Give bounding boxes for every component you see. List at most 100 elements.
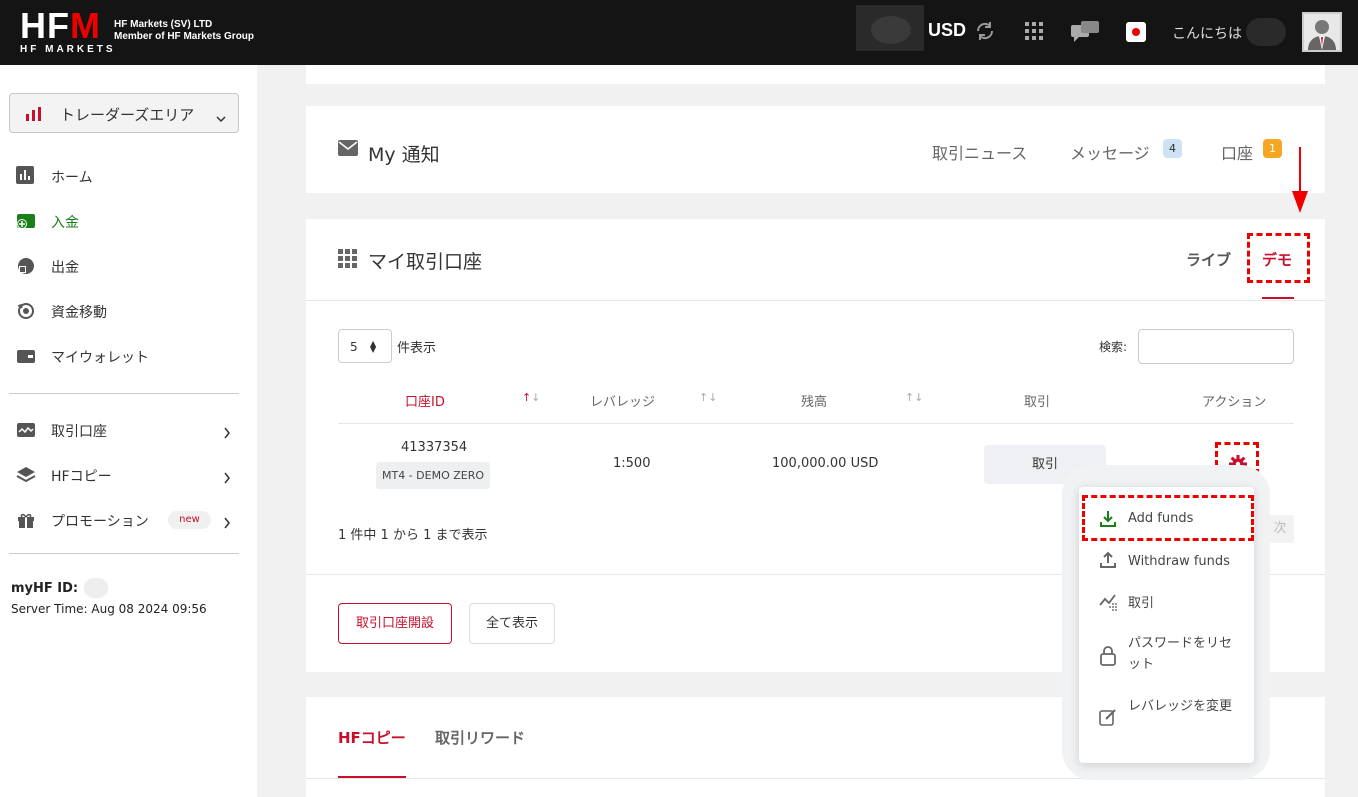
bar-chart-icon	[26, 106, 42, 125]
sidebar-item-label: ホーム	[51, 170, 93, 186]
page-size-label: 件表示	[397, 341, 437, 356]
menu-item-withdraw-funds[interactable]: Withdraw funds	[1079, 549, 1254, 573]
tab-trade-rewards[interactable]: 取引リワード	[435, 727, 525, 748]
currency-label[interactable]: USD	[928, 20, 966, 41]
account-type-tag: MT4 - DEMO ZERO	[376, 462, 490, 489]
menu-item-change-leverage[interactable]: レバレッジを変更	[1079, 696, 1254, 742]
sidebar-item-label: 取引口座	[51, 424, 107, 440]
lock-icon	[1099, 646, 1117, 670]
sidebar-item-trading-accounts[interactable]: 取引口座	[16, 418, 241, 442]
demo-tab-underline	[1262, 297, 1294, 299]
column-leverage[interactable]: レバレッジ	[590, 391, 655, 410]
traders-area-dropdown[interactable]: トレーダーズエリア	[9, 93, 239, 133]
open-account-button[interactable]: 取引口座開設	[338, 603, 452, 644]
sidebar-item-home[interactable]: ホーム	[16, 164, 241, 188]
account-id-cell: 41337354	[401, 440, 468, 455]
notifications-card: My 通知 取引ニュース メッセージ 4 口座 1	[306, 106, 1325, 193]
gift-icon	[16, 510, 36, 530]
next-page-button[interactable]: 次	[1266, 515, 1294, 543]
top-card	[306, 65, 1325, 84]
sidebar-item-label: プロモーション	[51, 514, 149, 530]
column-account-id[interactable]: 口座ID	[405, 391, 445, 410]
apps-grid-icon[interactable]	[1025, 22, 1043, 44]
blurred-balance	[856, 5, 924, 51]
sidebar-item-deposit[interactable]: 入金	[16, 209, 241, 233]
sidebar-item-hfcopy[interactable]: HFコピー	[16, 463, 241, 487]
column-trade: 取引	[1024, 395, 1051, 410]
red-arrow-annotation	[1290, 147, 1310, 219]
refresh-icon[interactable]	[974, 20, 996, 46]
layers-icon	[16, 465, 36, 485]
withdraw-icon	[16, 256, 36, 276]
chevron-right-icon	[223, 514, 231, 533]
chevron-right-icon	[223, 424, 231, 443]
search-input[interactable]	[1138, 329, 1294, 364]
add-funds-highlight	[1082, 495, 1254, 541]
chevron-right-icon	[223, 469, 231, 488]
messages-count-badge: 4	[1163, 139, 1182, 158]
wallet-icon	[16, 346, 36, 366]
chart-icon	[16, 166, 36, 186]
menu-item-trade[interactable]: 取引	[1079, 591, 1254, 615]
hfm-logo[interactable]: HFM HF MARKETS	[20, 8, 116, 56]
page-size-select[interactable]: 5 ▲ ▼	[338, 329, 392, 363]
sidebar: トレーダーズエリア ホーム 入金 出金 資金移動 マイウォレット 取引口座 HF…	[0, 65, 257, 797]
sidebar-divider	[9, 393, 239, 394]
envelope-icon	[338, 140, 358, 160]
blurred-myhf-id	[84, 578, 108, 598]
grid-icon	[338, 249, 358, 273]
myhf-id-label: myHF ID:	[11, 581, 79, 596]
tab-trade-news[interactable]: 取引ニュース	[932, 140, 1027, 164]
leverage-cell: 1:500	[613, 456, 651, 471]
menu-item-label: レバレッジを変更	[1128, 699, 1233, 714]
sidebar-item-withdraw[interactable]: 出金	[16, 254, 241, 278]
notifications-title: My 通知	[368, 144, 440, 166]
japan-flag-icon[interactable]	[1126, 22, 1146, 42]
chevron-down-icon	[216, 108, 226, 127]
sidebar-item-label: 出金	[51, 260, 79, 276]
chat-icon[interactable]	[1071, 21, 1099, 47]
menu-item-label: パスワードをリセット	[1128, 636, 1233, 672]
traders-area-label: トレーダーズエリア	[60, 106, 195, 124]
sort-icon[interactable]: ↑↓	[905, 391, 923, 404]
upload-icon	[1099, 551, 1117, 573]
accounts-icon	[16, 420, 36, 440]
accounts-title: マイ取引口座	[368, 251, 483, 273]
company-group: Member of HF Markets Group	[114, 31, 255, 42]
new-badge: new	[168, 511, 211, 529]
top-bar: HFM HF MARKETS HF Markets (SV) LTD Membe…	[0, 0, 1358, 65]
trade-icon	[1099, 593, 1119, 615]
sidebar-item-promotion[interactable]: プロモーション new	[16, 508, 241, 532]
user-avatar[interactable]	[1302, 12, 1342, 52]
column-balance[interactable]: 残高	[801, 391, 827, 410]
search-label: 検索:	[1099, 340, 1128, 354]
menu-item-reset-password[interactable]: パスワードをリセット	[1079, 633, 1254, 679]
tab-account[interactable]: 口座	[1221, 140, 1253, 164]
edit-icon	[1099, 708, 1117, 730]
server-time: Server Time: Aug 08 2024 09:56	[11, 602, 207, 616]
show-all-button[interactable]: 全て表示	[469, 603, 555, 644]
sidebar-item-label: HFコピー	[51, 469, 112, 485]
select-arrows-icon: ▲ ▼	[370, 339, 377, 354]
sidebar-divider	[9, 553, 239, 554]
deposit-icon	[16, 211, 36, 231]
sidebar-item-transfer[interactable]: 資金移動	[16, 299, 241, 323]
table-info: 1 件中 1 から 1 まで表示	[338, 528, 488, 543]
column-action: アクション	[1202, 395, 1267, 410]
demo-tab-highlight	[1247, 233, 1310, 283]
page-size-value: 5	[350, 340, 358, 354]
sidebar-item-label: 資金移動	[51, 305, 107, 321]
sort-icon[interactable]: ↑↓	[699, 391, 717, 404]
header-divider	[306, 300, 1325, 301]
sidebar-item-label: マイウォレット	[51, 350, 149, 366]
tab-hfcopy[interactable]: HFコピー	[338, 727, 406, 748]
logo-text: HFM	[20, 5, 101, 46]
tab-live[interactable]: ライブ	[1186, 249, 1231, 270]
sidebar-item-label: 入金	[51, 215, 79, 231]
sort-icon[interactable]: ↑↓	[522, 391, 540, 404]
balance-cell: 100,000.00 USD	[772, 456, 879, 471]
table-header-divider	[338, 423, 1294, 424]
tab-messages[interactable]: メッセージ	[1070, 140, 1150, 164]
sidebar-item-wallet[interactable]: マイウォレット	[16, 344, 241, 368]
account-count-badge: 1	[1263, 139, 1282, 158]
